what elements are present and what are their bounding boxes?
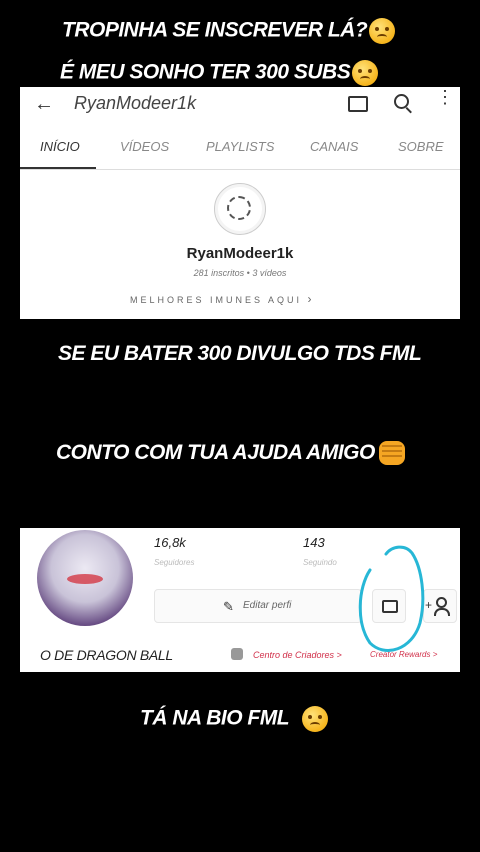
youtube-title: RyanModeer1k — [74, 93, 197, 113]
search-icon[interactable] — [394, 94, 409, 109]
chevron-right-icon: › — [307, 292, 312, 306]
tab-videos[interactable]: VÍDEOS — [120, 139, 169, 154]
caption-text: SE EU BATER 300 DIVULGO TDS FML — [58, 342, 422, 365]
pensive-face-emoji — [302, 706, 328, 732]
caption-text: TROPINHA SE INSCREVER LÁ? — [62, 18, 368, 42]
tab-inicio[interactable]: INÍCIO — [40, 139, 80, 154]
caption-top-line-2: É MEU SONHO TER 300 SUBS — [60, 60, 379, 86]
pleading-face-emoji — [369, 18, 396, 44]
cast-icon[interactable] — [348, 96, 368, 112]
more-vert-icon[interactable]: ⋮ — [436, 88, 454, 106]
youtube-top-bar: ← RyanModeer1k ⋮ — [20, 87, 460, 119]
tab-playlists[interactable]: PLAYLISTS — [206, 139, 274, 154]
channel-meta: 281 inscritos • 3 vídeos — [193, 268, 287, 278]
youtube-tabs: INÍCIO VÍDEOS PLAYLISTS CANAIS SOBRE — [20, 135, 460, 170]
caption-text: É MEU SONHO TER 300 SUBS — [60, 60, 351, 84]
caption-text: CONTO COM TUA AJUDA AMIGO — [56, 441, 375, 464]
active-tab-indicator — [20, 167, 96, 169]
tab-canais[interactable]: CANAIS — [310, 139, 358, 154]
channel-motto-text: MELHORES IMUNES AQUI — [130, 295, 303, 305]
caption-text: TÁ NA BIO FML — [140, 706, 289, 730]
channel-name: RyanModeer1k — [186, 245, 294, 262]
caption-top-line-1: TROPINHA SE INSCREVER LÁ? — [62, 18, 396, 44]
tab-sobre[interactable]: SOBRE — [398, 139, 444, 154]
oncoming-fist-emoji — [378, 441, 405, 466]
back-arrow-icon[interactable]: ← — [34, 93, 54, 116]
caption-bottom-line: TÁ NA BIO FML — [140, 706, 328, 732]
pensive-face-emoji — [352, 60, 379, 86]
channel-motto[interactable]: MELHORES IMUNES AQUI › — [130, 292, 312, 306]
caption-mid-line-1: SE EU BATER 300 DIVULGO TDS FML — [58, 342, 422, 366]
tiktok-profile-screenshot: 16,8k Seguidores 143 Seguindo ✎ Editar p… — [20, 528, 460, 672]
youtube-channel-screenshot: ← RyanModeer1k ⋮ INÍCIO VÍDEOS PLAYLISTS… — [20, 87, 460, 319]
channel-avatar[interactable] — [214, 183, 266, 235]
highlight-circle-annotation — [358, 545, 425, 652]
caption-mid-line-2: CONTO COM TUA AJUDA AMIGO — [56, 441, 405, 466]
